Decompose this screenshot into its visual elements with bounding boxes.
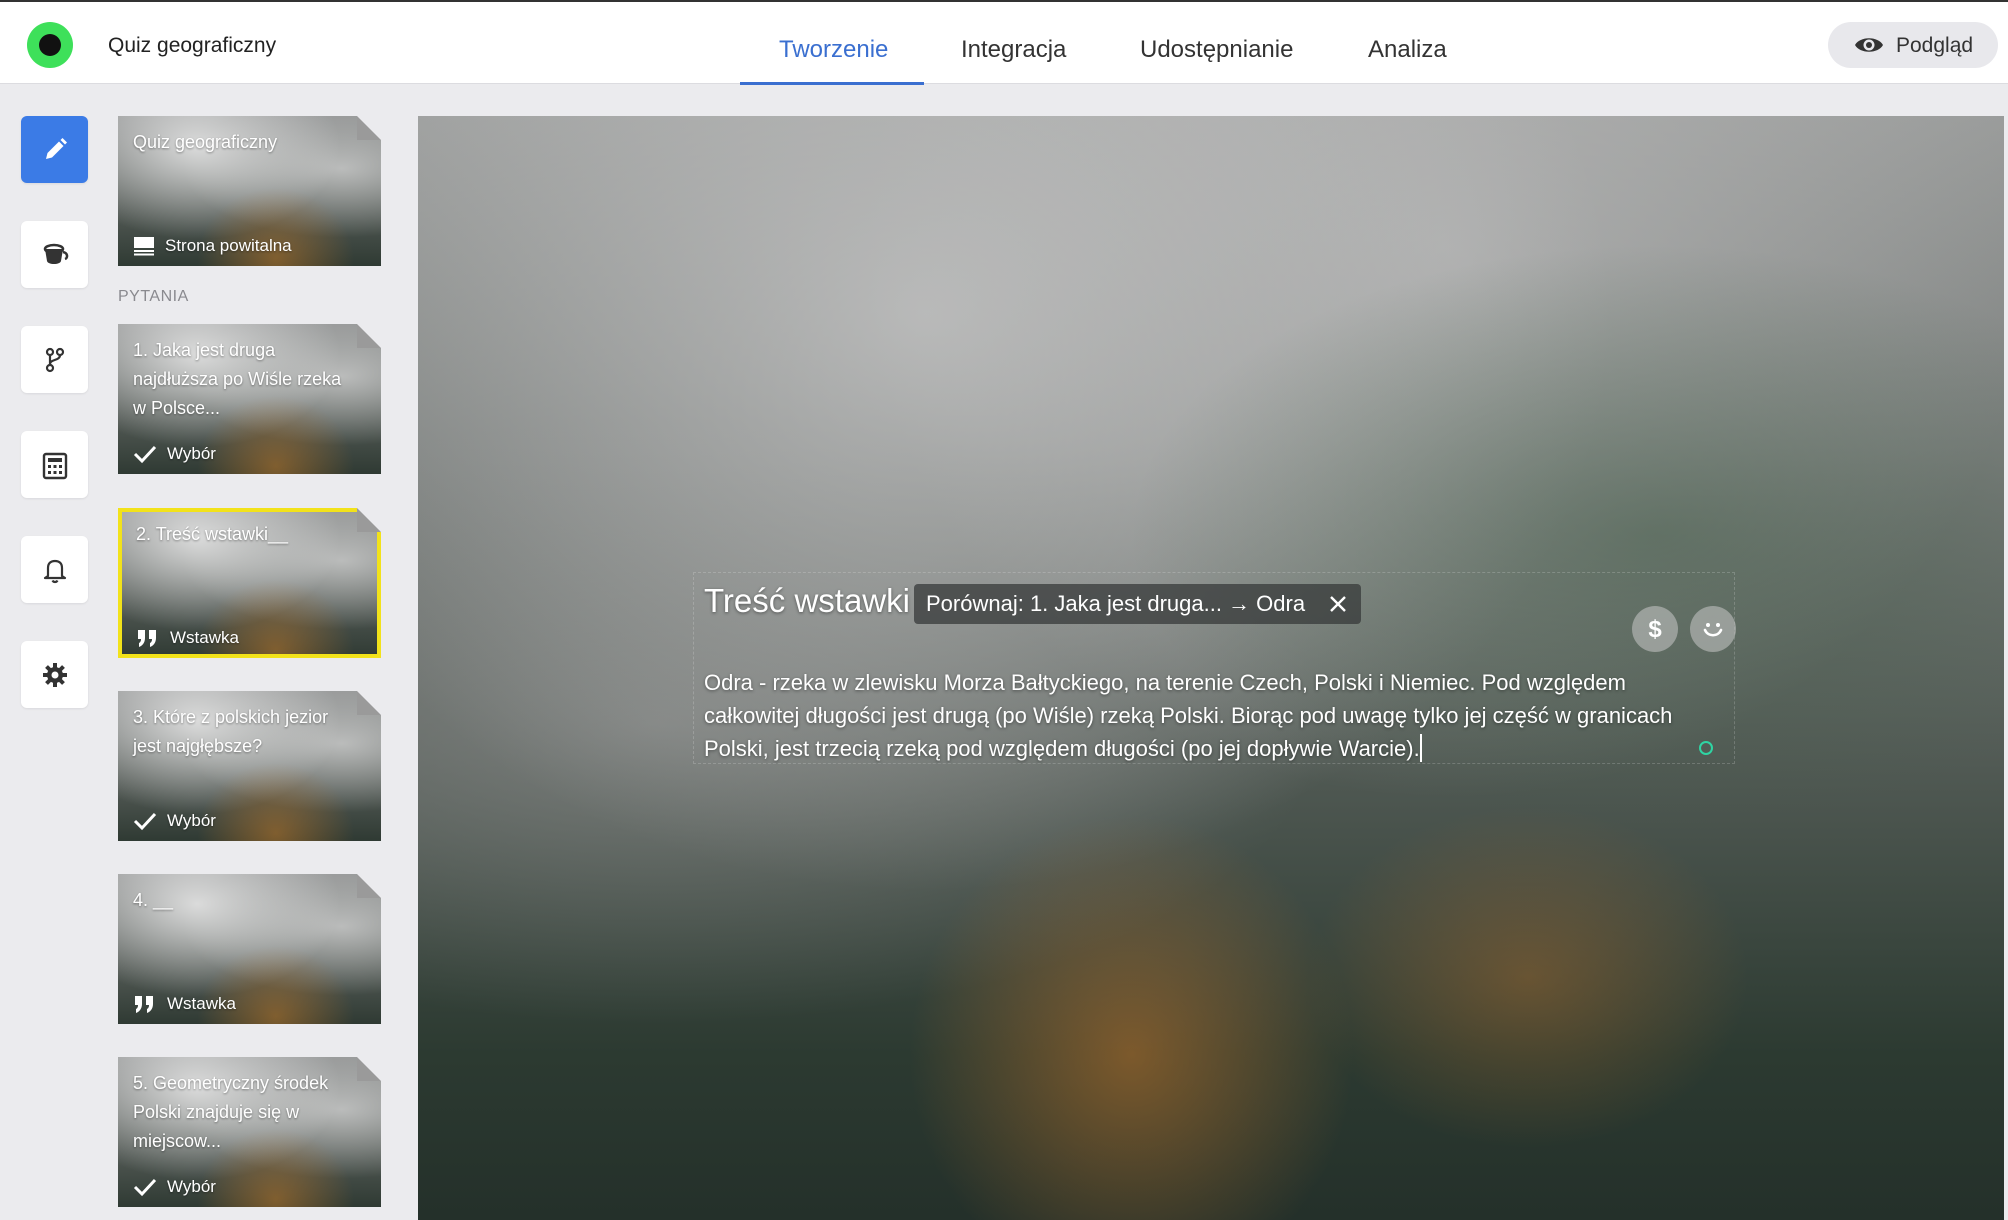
- theme-tool-button[interactable]: [21, 221, 88, 288]
- calculator-icon: [42, 452, 67, 479]
- dollar-button[interactable]: $: [1632, 606, 1678, 652]
- slide-type-label: Wstawka: [167, 994, 236, 1013]
- welcome-screen-icon: [134, 237, 154, 256]
- paint-bucket-icon: [43, 243, 68, 264]
- slide-type-label: Wybór: [167, 811, 216, 830]
- questions-section-label: PYTANIA: [118, 288, 189, 305]
- bell-icon: [43, 559, 66, 583]
- slide-question-5[interactable]: 5. Geometryczny środek Polski znajduje s…: [118, 1057, 381, 1207]
- branch-icon: [45, 347, 64, 372]
- slide-title: Quiz geograficzny: [133, 132, 278, 152]
- pencil-icon: [45, 137, 67, 159]
- tab-tworzenie[interactable]: Tworzenie: [779, 36, 888, 64]
- calculator-tool-button[interactable]: [21, 431, 88, 498]
- close-icon[interactable]: [1329, 595, 1347, 613]
- slide-title: 4. __: [133, 890, 174, 910]
- emoji-button[interactable]: [1690, 606, 1736, 652]
- checkmark-icon: [133, 812, 157, 831]
- settings-tool-button[interactable]: [21, 641, 88, 708]
- slide-type-label: Strona powitalna: [165, 236, 292, 255]
- slide-title: 5. Geometryczny środek Polski znajduje s…: [133, 1073, 329, 1151]
- body-text: Odra - rzeka w zlewisku Morza Bałtyckieg…: [704, 670, 1673, 761]
- quote-icon: [135, 996, 153, 1013]
- design-tool-button[interactable]: [21, 116, 88, 183]
- slide-title: 3. Które z polskich jezior jest najgłębs…: [133, 707, 329, 756]
- app-logo[interactable]: [27, 22, 73, 68]
- compare-chip-label: Porównaj: 1. Jaka jest druga... → Odra: [926, 591, 1306, 616]
- block-title[interactable]: Treść wstawki: [704, 582, 910, 620]
- compare-chip[interactable]: Porównaj: 1. Jaka jest druga... → Odra: [914, 584, 1362, 624]
- text-caret: [1419, 734, 1422, 762]
- gear-icon: [42, 662, 67, 687]
- slide-question-1[interactable]: 1. Jaka jest druga najdłuższa po Wiśle r…: [118, 324, 381, 474]
- slide-type-label: Wstawka: [170, 628, 239, 647]
- slide-type: Wybór: [133, 811, 216, 831]
- dollar-icon: $: [1648, 616, 1662, 642]
- slide-type: Wybór: [133, 1177, 216, 1197]
- slide-question-3[interactable]: 3. Które z polskich jezior jest najgłębs…: [118, 691, 381, 841]
- notifications-tool-button[interactable]: [21, 536, 88, 603]
- preview-button[interactable]: Podgląd: [1828, 22, 1998, 68]
- preview-label: Podgląd: [1896, 34, 1974, 57]
- eye-icon: [1855, 38, 1883, 52]
- top-bar: Quiz geograficzny Tworzenie Integracja U…: [0, 0, 2008, 85]
- slide-canvas[interactable]: Treść wstawki Porównaj: 1. Jaka jest dru…: [418, 116, 2004, 1220]
- tab-integracja[interactable]: Integracja: [961, 36, 1066, 64]
- slide-type: Wstawka: [136, 628, 239, 648]
- slide-type: Strona powitalna: [133, 236, 292, 256]
- slide-title: 2. Treść wstawki__: [136, 524, 289, 544]
- slide-question-4[interactable]: 4. __ Wstawka: [118, 874, 381, 1024]
- smiley-icon: [1703, 623, 1723, 637]
- slide-welcome[interactable]: Quiz geograficzny Strona powitalna: [118, 116, 381, 266]
- resize-handle[interactable]: [1699, 741, 1713, 755]
- checkmark-icon: [133, 445, 157, 464]
- slide-type-label: Wybór: [167, 444, 216, 463]
- slide-type: Wstawka: [133, 994, 236, 1014]
- active-tab-indicator: [740, 82, 924, 85]
- body-text-editor[interactable]: Odra - rzeka w zlewisku Morza Bałtyckieg…: [704, 666, 1724, 765]
- slide-question-2[interactable]: 2. Treść wstawki__ Wstawka: [118, 508, 381, 658]
- svg-text:$: $: [1648, 616, 1662, 642]
- tab-udostepnianie[interactable]: Udostępnianie: [1140, 36, 1293, 64]
- slide-type: Wybór: [133, 444, 216, 464]
- quote-icon: [138, 630, 156, 647]
- logic-tool-button[interactable]: [21, 326, 88, 393]
- slide-type-label: Wybór: [167, 1177, 216, 1196]
- tab-analiza[interactable]: Analiza: [1368, 36, 1447, 64]
- slide-title: 1. Jaka jest druga najdłuższa po Wiśle r…: [133, 340, 342, 418]
- checkmark-icon: [133, 1178, 157, 1197]
- app-title[interactable]: Quiz geograficzny: [108, 34, 276, 58]
